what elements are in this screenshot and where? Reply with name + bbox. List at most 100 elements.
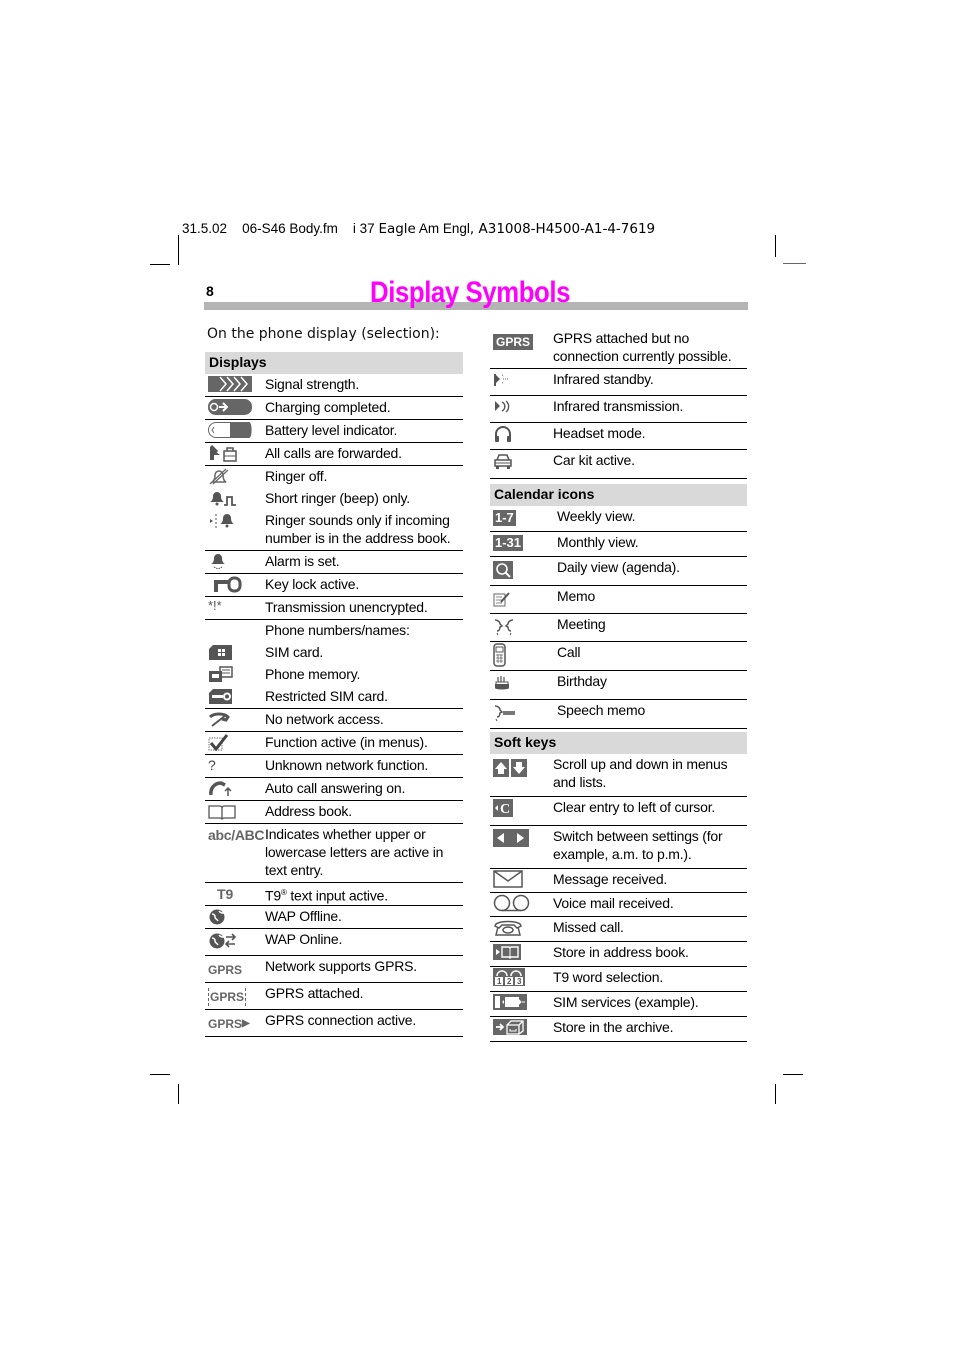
sim-services-icon [490,992,553,1016]
header-date: 31.5.02 [182,221,228,236]
row-text: Store in address book. [553,944,689,960]
section-header-calendar: Calendar icons [490,484,747,506]
t9-label: T9 [265,887,281,904]
calls-forwarded-icon [205,443,265,465]
table-row: Meeting [490,614,747,642]
row-text: All calls are forwarded. [265,445,402,461]
row-text: Ringer off. [265,468,328,484]
table-row: Restricted SIM card. [205,686,463,709]
switch-settings-icon [490,826,553,868]
speech-memo-icon [490,700,553,728]
table-row: abc/ABC Indicates whether upper or lower… [205,824,463,883]
restricted-sim-icon [205,686,265,708]
address-book-icon [205,801,265,823]
unknown-function-icon: ? [205,755,265,777]
table-row: SIM card. [205,642,463,664]
gprs-supported-icon: GPRS [205,956,265,982]
unknown-function-icon-text: ? [208,757,216,773]
charging-completed-icon [205,397,265,419]
crop-mark [783,1074,803,1075]
row-text: Address book. [265,803,352,819]
row-text: Store in the archive. [553,1019,674,1035]
row-text: Clear entry to left of cursor. [553,799,716,815]
table-row: Missed call. [490,917,747,942]
gprs-no-connection-icon: GPRS [490,328,553,368]
row-text: Key lock active. [265,576,360,592]
table-row: GPRS GPRS attached. [205,983,463,1010]
row-text: Battery level indicator. [265,422,398,438]
gprs-active-icon: GPRS ▶ [205,1010,265,1036]
daily-view-icon [490,557,553,585]
row-text: No network access. [265,711,384,727]
header-file: 06-S46 Body.fm [242,221,338,236]
clear-entry-icon: C [490,797,553,825]
crop-mark [178,235,179,265]
svg-text:1: 1 [497,977,502,986]
table-row: SIM services (example). [490,992,747,1017]
crop-mark [150,1074,170,1075]
crop-mark [783,263,806,264]
crop-mark [178,1084,179,1104]
row-text: SIM card. [265,644,324,660]
row-text: T9 word selection. [553,969,664,985]
row-text: Headset mode. [553,425,646,441]
table-row: T9 T9® text input active. [205,883,463,906]
voicemail-icon [490,893,553,916]
birthday-icon [490,671,553,699]
row-text: Missed call. [553,919,624,935]
row-text: Meeting [557,616,606,632]
sim-card-icon [205,642,265,664]
table-row: C Clear entry to left of cursor. [490,797,747,826]
wap-offline-icon [205,906,265,928]
table-row: Speech memo [490,700,747,729]
ringer-off-icon [205,466,265,488]
intro-text: On the phone display (selection): [207,326,440,342]
row-text: Charging completed. [265,399,391,415]
header-doc-code: , A31008-H4500-A1-4-7619 [469,221,656,237]
auto-answer-icon [205,778,265,800]
memo-icon [490,586,553,613]
table-row: Memo [490,586,747,614]
table-row: Phone numbers/names: [205,620,463,642]
page-title: Display Symbols [370,276,571,309]
section-header-softkeys: Soft keys [490,732,747,754]
store-archive-icon [490,1017,553,1041]
table-row: Message received. [490,869,747,893]
row-text: Weekly view. [557,508,636,524]
phone-memory-icon [205,664,265,686]
row-text: Unknown network function. [265,757,429,773]
row-text: WAP Online. [265,931,343,947]
table-row: *!* Transmission unencrypted. [205,597,463,620]
svg-text:2: 2 [507,977,512,986]
table-row: Alarm is set. [205,551,463,574]
case-icon-text: abc/ABC [208,827,265,843]
right-table: GPRS GPRS attached but no connection cur… [490,328,747,1042]
row-text: Scroll up and down in menus and lists. [553,756,728,790]
row-text: Voice mail received. [553,895,674,911]
table-row: GPRS ▶ GPRS connection active. [205,1010,463,1037]
page-number: 8 [206,283,214,299]
crop-mark [775,235,776,257]
table-row: Store in address book. [490,942,747,967]
crop-mark [775,1084,776,1104]
row-text: Memo [557,588,596,604]
header-page-ref: i 37 [352,221,375,236]
row-text: Auto call answering on. [265,780,406,796]
table-row: WAP Online. [205,929,463,956]
row-text: Birthday [557,673,607,689]
table-row: Car kit active. [490,450,747,479]
call-icon [490,642,553,670]
t9-word-selection-icon: 123 [490,967,553,991]
row-text: Indicates whether upper or lowercase let… [265,826,444,878]
row-text: GPRS connection active. [265,1012,417,1028]
table-row: Headset mode. [490,423,747,450]
row-text: Car kit active. [553,452,635,468]
row-text: Short ringer (beep) only. [265,490,410,506]
table-row: Signal strength. [205,374,463,397]
store-addressbook-icon [490,942,553,966]
row-text: Phone memory. [265,666,361,682]
gprs-no-connection-icon-text: GPRS [493,334,534,350]
row-text: Function active (in menus). [265,734,428,750]
table-row: Birthday [490,671,747,700]
alarm-icon [205,551,265,573]
